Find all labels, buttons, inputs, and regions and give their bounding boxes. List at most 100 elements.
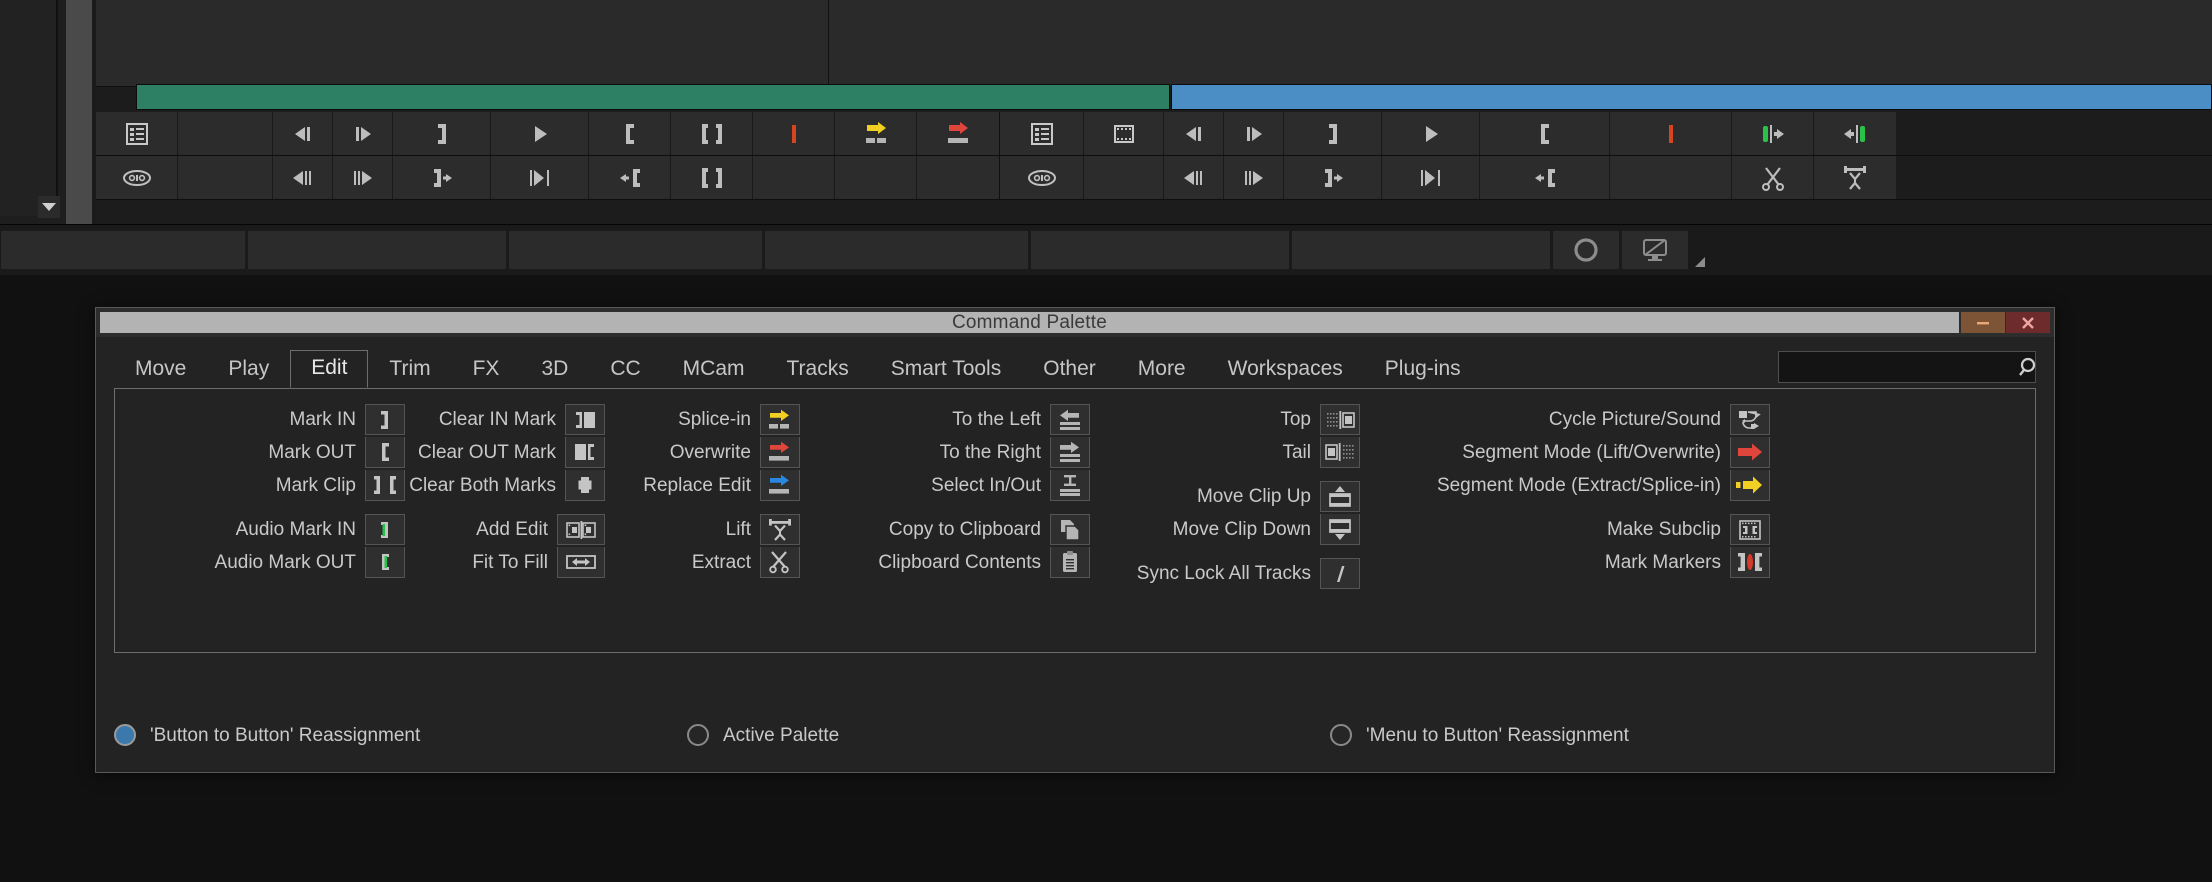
command-to-the-left[interactable]: To the Left xyxy=(810,403,1090,436)
splice-in-icon[interactable] xyxy=(835,112,917,155)
clear-both-marks-icon[interactable] xyxy=(565,470,605,501)
source-clip-bar[interactable] xyxy=(136,84,1170,110)
tab-workspaces[interactable]: Workspaces xyxy=(1207,351,1364,388)
tab-fx[interactable]: FX xyxy=(452,351,521,388)
extract-icon[interactable] xyxy=(760,547,800,578)
audio-mark-left-icon[interactable] xyxy=(1732,112,1814,155)
tab-cc[interactable]: CC xyxy=(589,351,661,388)
extract-scissors-icon[interactable] xyxy=(1732,156,1814,199)
radio-button-to-button[interactable]: 'Button to Button' Reassignment xyxy=(114,724,420,746)
play-icon-record[interactable] xyxy=(1382,112,1480,155)
search-input[interactable] xyxy=(1779,357,2016,377)
close-button[interactable] xyxy=(2006,312,2050,333)
clear-in-mark-icon[interactable] xyxy=(565,404,605,435)
mark-markers-icon[interactable] xyxy=(1730,547,1770,578)
step-forward-multi-icon-record[interactable] xyxy=(1224,156,1284,199)
overwrite-icon[interactable] xyxy=(917,112,999,155)
add-marker-icon-record[interactable] xyxy=(1610,112,1732,155)
film-icon[interactable] xyxy=(1084,112,1164,155)
command-clipboard-contents[interactable]: Clipboard Contents xyxy=(810,546,1090,579)
bin-icon[interactable] xyxy=(96,112,178,155)
command-select-in-out[interactable]: Select In/Out xyxy=(810,469,1090,502)
command-splice-in[interactable]: Splice-in xyxy=(615,403,800,436)
radio-active-palette[interactable]: Active Palette xyxy=(687,724,839,746)
toolbar-slot-empty[interactable] xyxy=(178,112,273,155)
tab-more[interactable]: More xyxy=(1117,351,1207,388)
toolbar-slot-empty-6[interactable] xyxy=(1084,156,1164,199)
goto-icon-record[interactable] xyxy=(1382,156,1480,199)
command-copy-to-clipboard[interactable]: Copy to Clipboard xyxy=(810,513,1090,546)
command-make-subclip[interactable]: Make Subclip xyxy=(1370,513,1770,546)
tab-plug-ins[interactable]: Plug-ins xyxy=(1364,351,1482,388)
command-extract[interactable]: Extract xyxy=(615,546,800,579)
monitor-off-icon[interactable] xyxy=(1621,230,1689,270)
command-audio-mark-in[interactable]: Audio Mark IN xyxy=(115,513,405,546)
radio-menu-to-button[interactable]: 'Menu to Button' Reassignment xyxy=(1330,724,1629,746)
toolbar-slot-empty-4[interactable] xyxy=(835,156,917,199)
command-segment-mode-extract-splice-in[interactable]: Segment Mode (Extract/Splice-in) xyxy=(1370,469,1770,502)
cycle-picture-sound-icon[interactable] xyxy=(1730,404,1770,435)
audio-mark-right-icon[interactable] xyxy=(1814,112,1896,155)
status-cell-5[interactable] xyxy=(1030,230,1290,270)
copy-to-clipboard-icon[interactable] xyxy=(1050,514,1090,545)
top-icon[interactable] xyxy=(1320,404,1360,435)
status-cell-6[interactable] xyxy=(1291,230,1551,270)
mark-clip-icon[interactable] xyxy=(365,470,405,501)
window-titlebar[interactable]: Command Palette xyxy=(96,308,2054,337)
window-title-grip[interactable]: Command Palette xyxy=(100,312,1959,333)
trim-in-icon-record[interactable] xyxy=(1480,156,1610,199)
trim-left-icon[interactable] xyxy=(393,156,491,199)
toolbar-slot-empty-5[interactable] xyxy=(917,156,999,199)
command-mark-out[interactable]: Mark OUT xyxy=(115,436,405,469)
tab-smart-tools[interactable]: Smart Tools xyxy=(870,351,1023,388)
tab-trim[interactable]: Trim xyxy=(368,351,451,388)
command-clear-both-marks[interactable]: Clear Both Marks xyxy=(415,469,605,502)
command-cycle-picture-sound[interactable]: Cycle Picture/Sound xyxy=(1370,403,1770,436)
clear-out-mark-icon[interactable] xyxy=(565,437,605,468)
dropdown-corner-icon[interactable] xyxy=(1694,256,1706,268)
step-back-icon-record[interactable] xyxy=(1164,112,1224,155)
segment-mode-extract-splice-in-icon[interactable] xyxy=(1730,470,1770,501)
tab-3d[interactable]: 3D xyxy=(520,351,589,388)
radio-indicator-on[interactable] xyxy=(114,724,136,746)
add-edit-icon[interactable] xyxy=(557,514,605,545)
command-top[interactable]: Top xyxy=(1100,403,1360,436)
command-sync-lock-all-tracks[interactable]: Sync Lock All Tracks xyxy=(1100,557,1360,590)
command-segment-mode-lift-overwrite[interactable]: Segment Mode (Lift/Overwrite) xyxy=(1370,436,1770,469)
radio-indicator-off[interactable] xyxy=(687,724,709,746)
record-monitor[interactable] xyxy=(829,0,2212,86)
command-audio-mark-out[interactable]: Audio Mark OUT xyxy=(115,546,405,579)
toolbar-slot-empty-2[interactable] xyxy=(178,156,273,199)
toolbar-slot-empty-3[interactable] xyxy=(753,156,835,199)
lift-icon-toolbar[interactable] xyxy=(1814,156,1896,199)
trim-clip-icon[interactable] xyxy=(671,156,753,199)
toolbar-slot-empty-7[interactable] xyxy=(1610,156,1732,199)
step-forward-multi-icon[interactable] xyxy=(333,156,393,199)
trim-in-icon[interactable] xyxy=(589,156,671,199)
mark-in-icon[interactable] xyxy=(365,404,405,435)
command-replace-edit[interactable]: Replace Edit xyxy=(615,469,800,502)
to-the-right-icon[interactable] xyxy=(1050,437,1090,468)
search-icon[interactable] xyxy=(2016,356,2038,378)
mark-out-bracket-icon-record[interactable] xyxy=(1284,112,1382,155)
scroll-down-arrow-icon[interactable] xyxy=(38,196,60,218)
minimize-button[interactable] xyxy=(1961,312,2005,333)
command-to-the-right[interactable]: To the Right xyxy=(810,436,1090,469)
sync-lock-all-tracks-icon[interactable] xyxy=(1320,558,1360,589)
mark-out-bracket-icon[interactable] xyxy=(393,112,491,155)
segment-mode-lift-overwrite-icon[interactable] xyxy=(1730,437,1770,468)
step-forward-icon-record[interactable] xyxy=(1224,112,1284,155)
splice-in-icon[interactable] xyxy=(760,404,800,435)
make-subclip-icon[interactable] xyxy=(1730,514,1770,545)
status-cell-1[interactable] xyxy=(0,230,246,270)
search-box[interactable] xyxy=(1778,351,2036,383)
command-mark-in[interactable]: Mark IN xyxy=(115,403,405,436)
command-move-clip-down[interactable]: Move Clip Down xyxy=(1100,513,1360,546)
panel-divider-handle[interactable] xyxy=(66,0,92,224)
command-tail[interactable]: Tail xyxy=(1100,436,1360,469)
step-back-multi-icon-record[interactable] xyxy=(1164,156,1224,199)
select-in-out-icon[interactable] xyxy=(1050,470,1090,501)
replace-edit-icon[interactable] xyxy=(760,470,800,501)
tail-icon[interactable] xyxy=(1320,437,1360,468)
mark-out-icon[interactable] xyxy=(365,437,405,468)
